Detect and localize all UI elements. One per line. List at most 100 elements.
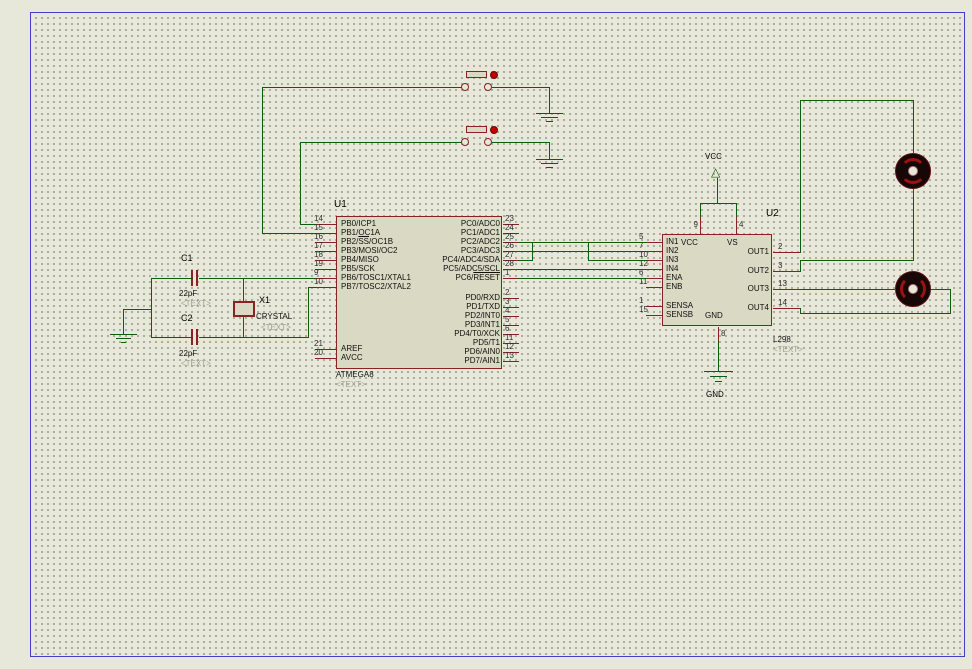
wire-segment[interactable]	[710, 376, 727, 377]
pin-name: PC2/ADC2	[420, 237, 500, 246]
wire-segment[interactable]	[262, 87, 462, 88]
wire-segment[interactable]	[532, 242, 533, 261]
wire-segment[interactable]	[308, 287, 309, 338]
wire-segment[interactable]	[151, 337, 193, 338]
wire-segment[interactable]	[116, 338, 131, 339]
pin-number: 12	[505, 343, 514, 351]
wire-segment[interactable]	[950, 289, 951, 314]
wire-segment[interactable]	[110, 334, 137, 335]
pin-number: 4	[505, 307, 509, 315]
wire-segment[interactable]	[518, 251, 647, 252]
pin-name: OUT3	[709, 284, 769, 293]
wire-segment[interactable]	[549, 142, 550, 160]
wire-segment[interactable]	[518, 278, 647, 279]
wire-segment[interactable]	[588, 260, 647, 261]
pin-name: PD0/RXD	[420, 293, 500, 302]
pin-name: IN2	[666, 246, 678, 255]
pin-number: 15	[639, 306, 648, 314]
wire-segment[interactable]	[549, 87, 550, 114]
wire-segment[interactable]	[518, 269, 647, 270]
pin-number: 21	[314, 340, 323, 348]
wire-segment[interactable]	[715, 381, 722, 382]
wire-segment[interactable]	[199, 337, 309, 338]
wire-segment[interactable]	[800, 260, 801, 272]
wire-segment[interactable]	[913, 189, 914, 261]
pin-name: SENSB	[666, 310, 693, 319]
wire-segment[interactable]	[541, 117, 558, 118]
wire-segment[interactable]	[718, 340, 719, 372]
wire-segment[interactable]	[300, 142, 301, 225]
pin-stub	[646, 260, 663, 261]
pin-number: 6	[639, 269, 643, 277]
pin-number: 10	[639, 251, 648, 259]
pin-name: PD6/AIN0	[420, 347, 500, 356]
button1-actuator-icon	[490, 71, 498, 79]
button1-body	[466, 71, 487, 78]
wire-segment[interactable]	[300, 142, 462, 143]
u2-pin-vs-label: VS	[727, 238, 738, 247]
wire-segment[interactable]	[546, 167, 553, 168]
wire-segment[interactable]	[492, 142, 550, 143]
crystal-x1[interactable]	[233, 301, 255, 317]
pin-name: PB6/TOSC1/XTAL1	[341, 273, 411, 282]
button1-contact-left-icon	[461, 83, 469, 91]
pin-name: IN4	[666, 264, 678, 273]
wire-segment[interactable]	[121, 342, 126, 343]
wire-segment[interactable]	[262, 233, 316, 234]
pin-number: 17	[314, 242, 323, 250]
wire-segment[interactable]	[123, 309, 152, 310]
pin-name: ENB	[666, 282, 682, 291]
wire-segment[interactable]	[536, 159, 563, 160]
pin-name: PD7/AIN1	[420, 356, 500, 365]
wire-segment[interactable]	[546, 121, 553, 122]
wire-segment[interactable]	[736, 203, 737, 218]
wire-segment[interactable]	[518, 260, 533, 261]
motor-2[interactable]	[895, 271, 931, 307]
wire-segment[interactable]	[123, 309, 124, 335]
pin-number: 6	[505, 325, 509, 333]
pin-number: 13	[778, 280, 787, 288]
wire-segment[interactable]	[800, 308, 801, 314]
wire-segment[interactable]	[262, 87, 263, 234]
wire-segment[interactable]	[800, 100, 914, 101]
motor-1[interactable]	[895, 153, 931, 189]
pin-number: 19	[314, 260, 323, 268]
wire-segment[interactable]	[151, 278, 193, 279]
pin-stub	[646, 242, 663, 243]
u2-pin-number-9: 9	[688, 221, 698, 229]
c2-plate	[196, 329, 198, 345]
wire-segment[interactable]	[541, 163, 558, 164]
wire-segment[interactable]	[700, 203, 737, 204]
wire-segment[interactable]	[800, 260, 914, 261]
wire-segment[interactable]	[151, 278, 152, 338]
wire-segment[interactable]	[492, 87, 550, 88]
pin-number: 24	[505, 224, 514, 232]
button2-body	[466, 126, 487, 133]
pin-number: 20	[314, 349, 323, 357]
wire-segment[interactable]	[300, 224, 316, 225]
pin-stub	[315, 287, 337, 288]
wire-segment[interactable]	[800, 289, 896, 290]
wire-segment[interactable]	[913, 100, 914, 154]
wire-segment[interactable]	[536, 113, 563, 114]
component-pin	[700, 217, 701, 235]
pin-number: 26	[505, 242, 514, 250]
pin-name: PC6/RESET	[420, 273, 500, 282]
pin-number: 1	[639, 297, 643, 305]
vcc-power-symbol[interactable]: △	[711, 166, 720, 178]
schematic-editor-canvas[interactable]: U1 ATMEGA8 <TEXT> U2 L298 <TEXT> VCC VS …	[0, 0, 972, 669]
wire-segment[interactable]	[717, 178, 718, 204]
pin-number: 28	[505, 260, 514, 268]
wire-segment[interactable]	[308, 287, 316, 288]
pin-number: 25	[505, 233, 514, 241]
pin-number: 2	[778, 243, 782, 251]
wire-segment[interactable]	[532, 242, 647, 243]
wire-segment[interactable]	[800, 313, 951, 314]
wire-segment[interactable]	[704, 371, 733, 372]
vcc-net-label: VCC	[705, 152, 722, 161]
wire-segment[interactable]	[700, 203, 701, 218]
wire-segment[interactable]	[800, 100, 801, 253]
gnd-net-label: GND	[706, 390, 724, 399]
wire-segment[interactable]	[199, 278, 316, 279]
component-pin	[913, 189, 914, 194]
